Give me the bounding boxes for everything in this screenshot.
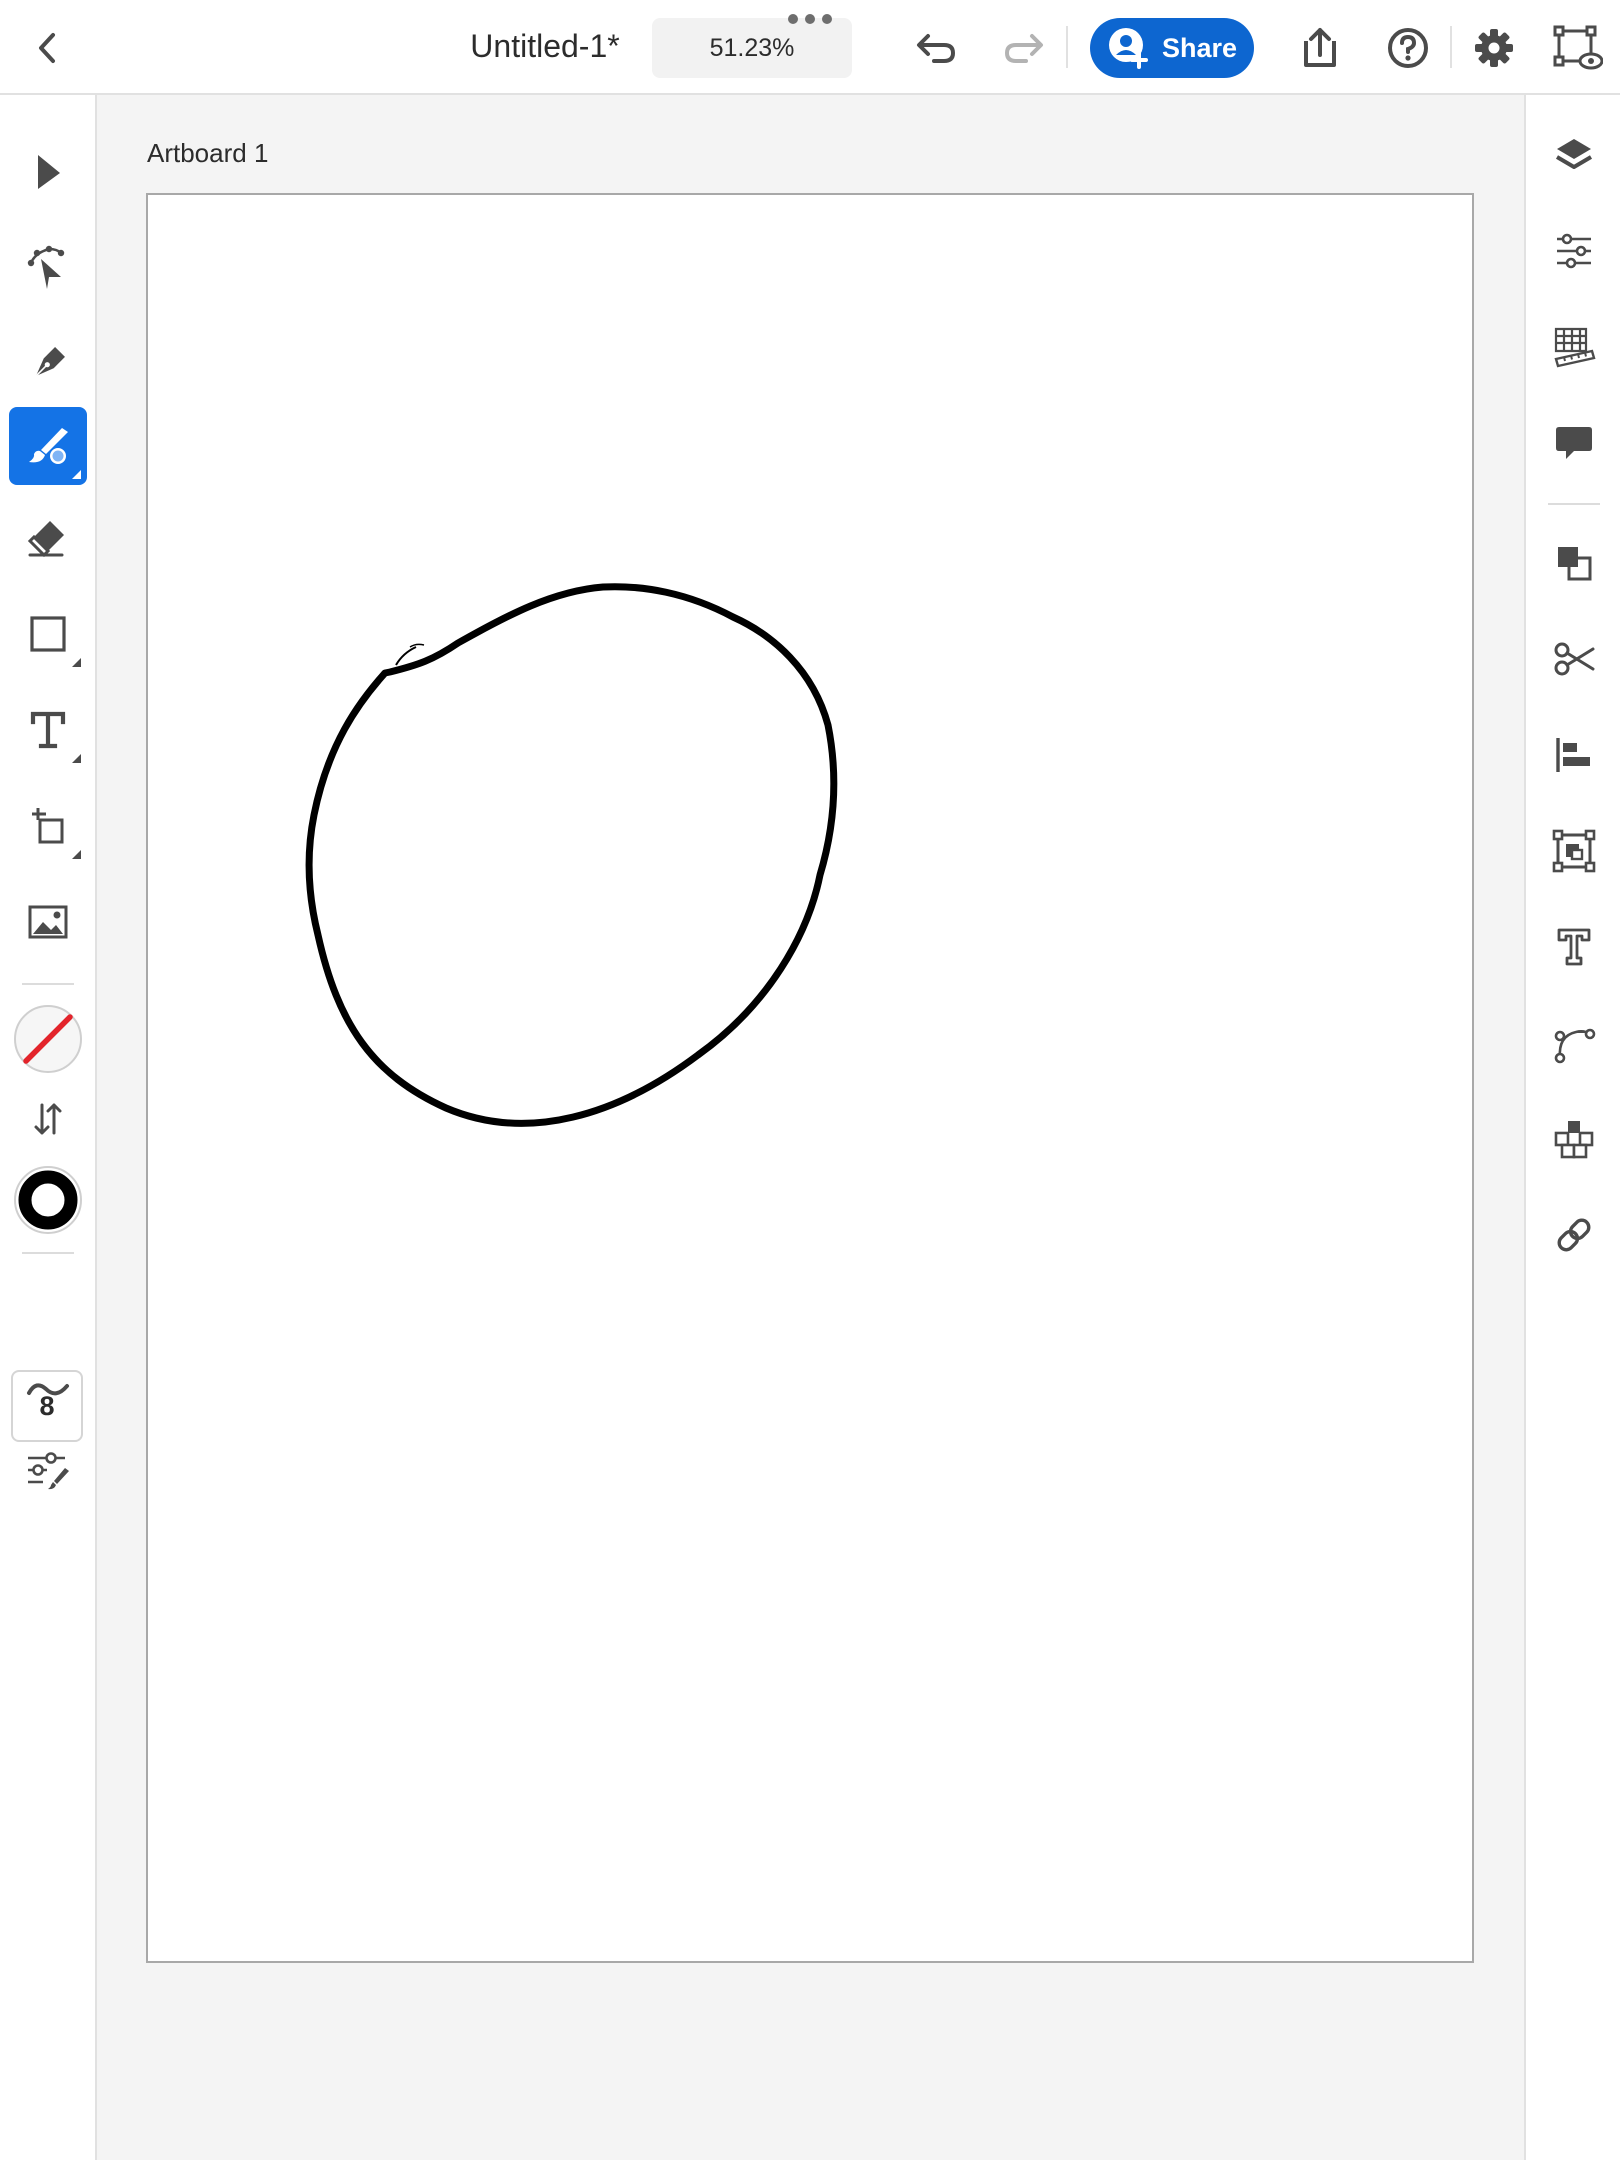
brush-stroke[interactable] xyxy=(148,195,1476,1965)
grid-button[interactable] xyxy=(1542,315,1606,379)
transform-tool[interactable] xyxy=(9,787,87,865)
document-title[interactable]: Untitled-1* xyxy=(460,28,630,65)
top-bar: Untitled-1* 51.23% Share xyxy=(0,0,1620,95)
back-icon xyxy=(39,33,55,63)
cut-button[interactable] xyxy=(1542,627,1606,691)
path-button[interactable] xyxy=(1542,1011,1606,1075)
text-properties-button[interactable] xyxy=(1542,915,1606,979)
fill-color-swatch[interactable] xyxy=(9,1000,87,1078)
invite-user-icon xyxy=(1109,28,1148,69)
brush-tool[interactable] xyxy=(9,407,87,485)
swap-fill-stroke-icon xyxy=(34,1103,62,1135)
smoothing-button[interactable] xyxy=(9,1351,87,1429)
rectangle-icon xyxy=(30,616,66,652)
type-icon xyxy=(30,711,66,749)
swap-fill-stroke-button[interactable] xyxy=(9,1080,87,1158)
share-label: Share xyxy=(1162,32,1238,63)
eraser-tool[interactable] xyxy=(9,499,87,577)
brush-settings-button[interactable] xyxy=(9,1431,87,1509)
arrange-button[interactable] xyxy=(1542,531,1606,595)
zoom-value: 51.23% xyxy=(709,33,795,62)
selection-tool[interactable] xyxy=(9,133,87,211)
export-button[interactable] xyxy=(1290,18,1350,78)
tool-options-indicator xyxy=(72,754,81,763)
direct-selection-icon xyxy=(27,245,65,289)
properties-button[interactable] xyxy=(1542,219,1606,283)
transform-icon xyxy=(32,808,64,844)
share-button[interactable]: Share xyxy=(1090,18,1254,78)
preview-icon xyxy=(1553,25,1603,70)
layers-button[interactable] xyxy=(1542,123,1606,187)
preview-button[interactable] xyxy=(1548,18,1608,78)
artboard-label[interactable]: Artboard 1 xyxy=(147,138,268,169)
toolbar-divider xyxy=(1066,26,1068,68)
pen-tool[interactable] xyxy=(9,325,87,403)
repeat-icon xyxy=(1554,1121,1594,1159)
place-image-icon xyxy=(28,905,68,939)
smoothing-icon xyxy=(27,1383,69,1396)
crop-image-icon xyxy=(1552,829,1596,873)
undo-button[interactable] xyxy=(906,18,966,78)
direct-selection-tool[interactable] xyxy=(9,229,87,307)
type-tool[interactable] xyxy=(9,691,87,769)
repeat-grid-button[interactable] xyxy=(1542,1107,1606,1171)
properties-icon xyxy=(1557,233,1591,269)
rectangle-tool[interactable] xyxy=(9,595,87,673)
properties-panel xyxy=(1524,95,1620,2160)
text-properties-icon xyxy=(1557,928,1591,966)
tool-options-indicator xyxy=(72,658,81,667)
comments-button[interactable] xyxy=(1542,411,1606,475)
help-button[interactable] xyxy=(1378,18,1438,78)
redo-button[interactable] xyxy=(994,18,1054,78)
help-icon xyxy=(1388,28,1428,68)
comments-icon xyxy=(1556,427,1592,459)
place-image-tool[interactable] xyxy=(9,883,87,961)
artboard[interactable] xyxy=(146,193,1474,1963)
brush-settings-icon xyxy=(28,1452,69,1490)
export-icon xyxy=(1304,28,1336,67)
brush-icon xyxy=(29,428,68,464)
tool-options-indicator xyxy=(72,850,81,859)
stroke-color-swatch[interactable] xyxy=(9,1161,87,1239)
tools-divider xyxy=(22,983,74,985)
zoom-level[interactable]: 51.23% xyxy=(652,18,852,78)
align-icon xyxy=(1556,738,1590,772)
fill-none-icon xyxy=(14,1005,82,1073)
grid-icon xyxy=(1554,327,1596,368)
align-button[interactable] xyxy=(1542,723,1606,787)
arrange-icon xyxy=(1558,547,1592,581)
selection-icon xyxy=(38,155,60,189)
path-icon xyxy=(1554,1028,1596,1064)
eraser-icon xyxy=(27,521,64,558)
tools-panel: 8 xyxy=(0,95,97,2160)
pen-icon xyxy=(35,347,65,377)
link-button[interactable] xyxy=(1542,1203,1606,1267)
toolbar-divider xyxy=(1450,26,1452,68)
stroke-color-icon xyxy=(14,1166,82,1234)
settings-button[interactable] xyxy=(1464,18,1524,78)
link-icon xyxy=(1557,1218,1591,1252)
redo-icon xyxy=(1004,34,1043,63)
tools-divider xyxy=(22,1252,74,1254)
crop-image-button[interactable] xyxy=(1542,819,1606,883)
tool-options-indicator xyxy=(72,470,81,479)
panel-divider xyxy=(1548,503,1600,505)
settings-icon xyxy=(1475,29,1513,67)
undo-icon xyxy=(917,34,956,63)
back-button[interactable] xyxy=(18,18,78,78)
more-icon[interactable] xyxy=(786,12,834,26)
cut-icon xyxy=(1554,642,1595,676)
layers-icon xyxy=(1555,139,1593,169)
canvas-area[interactable]: Artboard 1 xyxy=(97,95,1524,2160)
